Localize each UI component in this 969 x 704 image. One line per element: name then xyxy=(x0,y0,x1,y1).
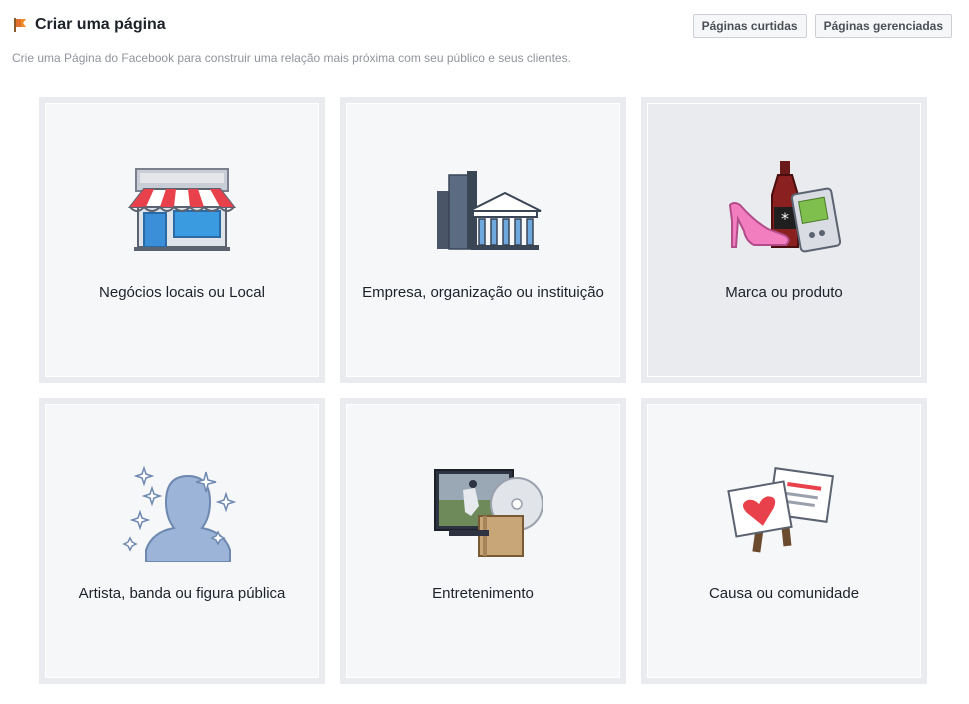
category-card-public-figure[interactable]: Artista, banda ou figura pública xyxy=(39,398,325,684)
category-card-entertainment[interactable]: Entretenimento xyxy=(340,398,626,684)
storefront-icon xyxy=(127,168,237,251)
top-buttons: Páginas curtidas Páginas gerenciadas xyxy=(692,14,952,38)
buildings-icon xyxy=(437,171,542,250)
category-label: Marca ou produto xyxy=(725,284,843,301)
public-figure-icon xyxy=(122,465,237,562)
liked-pages-button[interactable]: Páginas curtidas xyxy=(692,14,807,38)
products-icon: * xyxy=(728,161,842,253)
category-label: Negócios locais ou Local xyxy=(99,284,265,301)
category-label: Entretenimento xyxy=(432,585,534,602)
page-header: Criar uma página Páginas curtidas Página… xyxy=(12,14,952,42)
title-wrap: Criar uma página xyxy=(12,16,166,34)
category-card-company[interactable]: Empresa, organização ou instituição xyxy=(340,97,626,383)
managed-pages-button[interactable]: Páginas gerenciadas xyxy=(814,14,952,38)
category-card-brand-product[interactable]: * Marca ou produto xyxy=(641,97,927,383)
flag-icon xyxy=(14,18,26,32)
page-subtitle: Crie uma Página do Facebook para constru… xyxy=(12,51,571,65)
svg-text:*: * xyxy=(781,209,789,228)
page-title: Criar uma página xyxy=(35,16,166,33)
category-card-local-business[interactable]: Negócios locais ou Local xyxy=(39,97,325,383)
category-label: Causa ou comunidade xyxy=(708,585,860,602)
cause-signs-icon xyxy=(727,467,835,553)
category-label: Empresa, organização ou instituição xyxy=(362,284,604,301)
category-card-cause[interactable]: Causa ou comunidade xyxy=(641,398,927,684)
entertainment-icon xyxy=(434,469,543,557)
category-label: Artista, banda ou figura pública xyxy=(78,585,286,602)
